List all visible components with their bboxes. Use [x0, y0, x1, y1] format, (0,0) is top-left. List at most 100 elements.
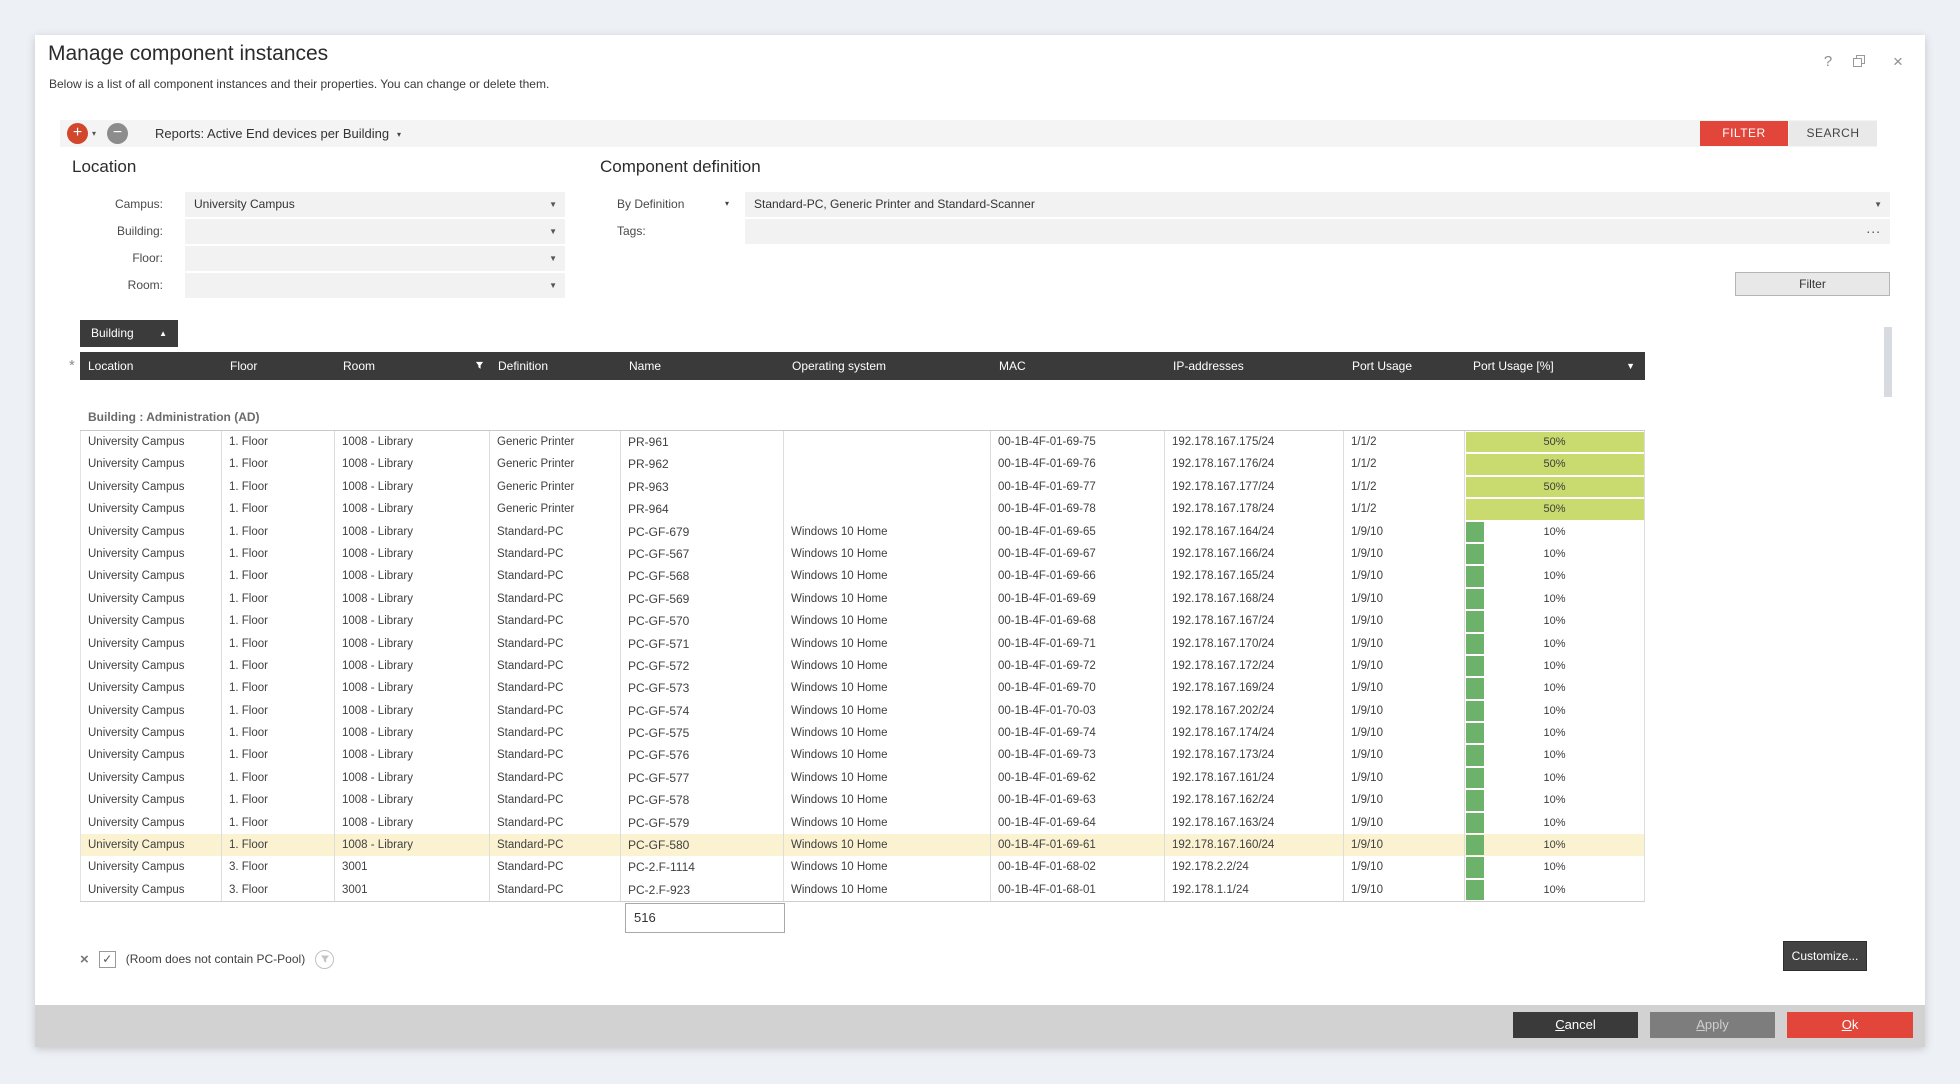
column-header-ip-addresses[interactable]: IP-addresses — [1165, 352, 1344, 380]
table-row[interactable]: University Campus1. Floor1008 - LibraryG… — [80, 431, 1645, 453]
cell-location: University Campus — [80, 767, 222, 789]
campus-select[interactable]: University Campus ▼ — [185, 192, 565, 217]
table-row[interactable]: University Campus1. Floor1008 - LibraryS… — [80, 834, 1645, 856]
ok-button[interactable]: Ok — [1787, 1012, 1913, 1038]
table-row[interactable]: University Campus1. Floor1008 - LibraryS… — [80, 767, 1645, 789]
condition-filter-icon[interactable] — [315, 950, 334, 969]
cell-name: PC-GF-570 — [621, 610, 784, 632]
column-header-definition[interactable]: Definition — [490, 352, 621, 380]
cell-definition: Generic Printer — [490, 498, 621, 520]
name-column-summary[interactable]: 516 — [625, 903, 785, 933]
column-filter-funnel-icon[interactable] — [475, 359, 484, 373]
table-row[interactable]: University Campus1. Floor1008 - LibraryS… — [80, 521, 1645, 543]
cell-ports: 1/9/10 — [1344, 543, 1465, 565]
cell-port-usage-pct: 10% — [1465, 722, 1645, 744]
cell-mac: 00-1B-4F-01-69-62 — [991, 767, 1165, 789]
cell-location: University Campus — [80, 476, 222, 498]
cell-os: Windows 10 Home — [784, 521, 991, 543]
column-menu-caret-icon[interactable]: ▼ — [1626, 361, 1635, 371]
cell-mac: 00-1B-4F-01-69-78 — [991, 498, 1165, 520]
cell-os: Windows 10 Home — [784, 610, 991, 632]
table-row[interactable]: University Campus1. Floor1008 - LibraryS… — [80, 588, 1645, 610]
table-row[interactable]: University Campus1. Floor1008 - LibraryS… — [80, 700, 1645, 722]
toolbar: + ▾ − Reports: Active End devices per Bu… — [60, 120, 1877, 147]
apply-filter-button[interactable]: Filter — [1735, 272, 1890, 296]
condition-checkbox[interactable]: ✓ — [99, 951, 116, 968]
restore-window-icon[interactable] — [1853, 55, 1865, 67]
cell-floor: 1. Floor — [222, 610, 335, 632]
cell-location: University Campus — [80, 543, 222, 565]
tags-field[interactable]: ... — [745, 219, 1890, 244]
cancel-button[interactable]: Cancel — [1513, 1012, 1638, 1038]
table-row[interactable]: University Campus1. Floor1008 - LibraryS… — [80, 543, 1645, 565]
usage-pct-label: 10% — [1465, 834, 1644, 856]
add-dropdown-caret-icon[interactable]: ▾ — [92, 129, 96, 138]
table-row[interactable]: University Campus1. Floor1008 - LibraryS… — [80, 655, 1645, 677]
filter-tab-button[interactable]: FILTER — [1700, 121, 1788, 146]
building-select[interactable]: ▼ — [185, 219, 565, 244]
cell-port-usage-pct: 10% — [1465, 610, 1645, 632]
ellipsis-icon[interactable]: ... — [1866, 216, 1881, 241]
cell-os: Windows 10 Home — [784, 588, 991, 610]
remove-instance-button[interactable]: − — [107, 123, 128, 144]
reports-dropdown[interactable]: Reports: Active End devices per Building — [155, 126, 389, 141]
apply-button[interactable]: Apply — [1650, 1012, 1775, 1038]
column-header-location[interactable]: Location — [80, 352, 222, 380]
table-row[interactable]: University Campus3. Floor3001Standard-PC… — [80, 856, 1645, 878]
table-row[interactable]: University Campus1. Floor1008 - LibraryS… — [80, 812, 1645, 834]
cell-definition: Standard-PC — [490, 856, 621, 878]
column-header-port-usage[interactable]: Port Usage — [1344, 352, 1465, 380]
cell-location: University Campus — [80, 655, 222, 677]
table-row[interactable]: University Campus1. Floor1008 - LibraryS… — [80, 633, 1645, 655]
floor-select[interactable]: ▼ — [185, 246, 565, 271]
cell-ports: 1/9/10 — [1344, 767, 1465, 789]
column-header-name[interactable]: Name — [621, 352, 784, 380]
cell-os: Windows 10 Home — [784, 633, 991, 655]
floor-label: Floor: — [78, 251, 163, 265]
help-icon[interactable]: ? — [1817, 51, 1839, 73]
column-header-operating-system[interactable]: Operating system — [784, 352, 991, 380]
footer-bar: Cancel Apply Ok — [35, 1005, 1925, 1047]
room-select[interactable]: ▼ — [185, 273, 565, 298]
table-row[interactable]: University Campus1. Floor1008 - LibraryS… — [80, 789, 1645, 811]
table-row[interactable]: University Campus1. Floor1008 - LibraryS… — [80, 744, 1645, 766]
group-by-building-chip[interactable]: Building ▲ — [80, 320, 178, 347]
table-row[interactable]: University Campus1. Floor1008 - LibraryG… — [80, 476, 1645, 498]
cell-floor: 1. Floor — [222, 521, 335, 543]
cell-mac: 00-1B-4F-01-69-67 — [991, 543, 1165, 565]
cell-definition: Standard-PC — [490, 543, 621, 565]
definition-select[interactable]: Standard-PC, Generic Printer and Standar… — [745, 192, 1890, 217]
cell-os: Windows 10 Home — [784, 812, 991, 834]
usage-pct-label: 10% — [1465, 722, 1644, 744]
add-instance-button[interactable]: + — [67, 123, 88, 144]
campus-label: Campus: — [78, 197, 163, 211]
usage-pct-label: 10% — [1465, 588, 1644, 610]
cell-ip: 192.178.167.168/24 — [1165, 588, 1344, 610]
remove-condition-icon[interactable]: × — [80, 951, 89, 968]
cell-floor: 1. Floor — [222, 633, 335, 655]
column-header-mac[interactable]: MAC — [991, 352, 1165, 380]
cell-name: PC-GF-679 — [621, 521, 784, 543]
table-row[interactable]: University Campus3. Floor3001Standard-PC… — [80, 879, 1645, 901]
cell-ports: 1/9/10 — [1344, 521, 1465, 543]
scrollbar-thumb[interactable] — [1884, 327, 1892, 397]
cell-floor: 1. Floor — [222, 677, 335, 699]
table-row[interactable]: University Campus1. Floor1008 - LibraryG… — [80, 498, 1645, 520]
by-definition-label[interactable]: By Definition — [617, 197, 684, 211]
cell-mac: 00-1B-4F-01-69-77 — [991, 476, 1165, 498]
column-header-floor[interactable]: Floor — [222, 352, 335, 380]
search-tab-button[interactable]: SEARCH — [1789, 121, 1877, 146]
table-row[interactable]: University Campus1. Floor1008 - LibraryG… — [80, 453, 1645, 475]
column-header-room[interactable]: Room — [335, 352, 490, 380]
close-icon[interactable]: × — [1887, 51, 1909, 73]
cell-room: 1008 - Library — [335, 700, 490, 722]
column-header-port-usage-[interactable]: Port Usage [%] — [1465, 352, 1645, 380]
table-row[interactable]: University Campus1. Floor1008 - LibraryS… — [80, 565, 1645, 587]
cell-location: University Campus — [80, 834, 222, 856]
cell-ip: 192.178.167.167/24 — [1165, 610, 1344, 632]
table-row[interactable]: University Campus1. Floor1008 - LibraryS… — [80, 722, 1645, 744]
customize-button[interactable]: Customize... — [1783, 941, 1867, 971]
table-row[interactable]: University Campus1. Floor1008 - LibraryS… — [80, 677, 1645, 699]
cell-name: PC-GF-567 — [621, 543, 784, 565]
table-row[interactable]: University Campus1. Floor1008 - LibraryS… — [80, 610, 1645, 632]
